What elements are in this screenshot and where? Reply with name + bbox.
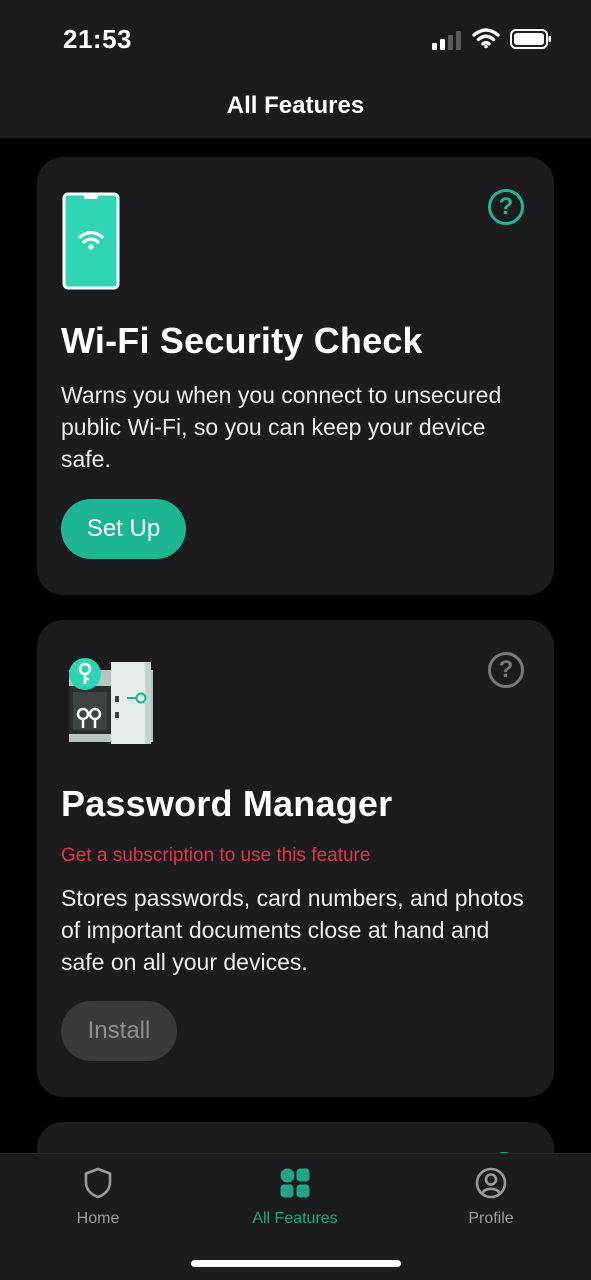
battery-icon <box>510 29 551 49</box>
features-list[interactable]: ? Wi-Fi Security Check Warns you when yo… <box>0 138 591 1153</box>
card-title: Password Manager <box>61 783 393 824</box>
help-icon[interactable]: ? <box>488 652 524 688</box>
cellular-signal-icon <box>432 31 461 50</box>
nav-bar: All Features <box>0 80 591 138</box>
feature-card-password-manager: ? Password Manager Get a subscription to… <box>37 620 554 1097</box>
page-title: All Features <box>226 92 365 119</box>
status-time: 21:53 <box>63 24 132 54</box>
tab-label: Home <box>76 1210 120 1227</box>
tab-label: Profile <box>468 1210 514 1227</box>
card-title: Wi-Fi Security Check <box>61 320 423 361</box>
card-description: Warns you when you connect to unsecured … <box>61 382 502 472</box>
grid-icon <box>280 1168 310 1198</box>
card-description: Stores passwords, card numbers, and phot… <box>61 885 524 975</box>
feature-card-wifi-security: ? Wi-Fi Security Check Warns you when yo… <box>37 157 554 595</box>
tab-home[interactable]: Home <box>23 1166 173 1228</box>
safe-keys-icon <box>69 658 153 744</box>
install-button[interactable]: Install <box>61 1001 177 1061</box>
tab-label: All Features <box>252 1210 338 1227</box>
phone-wifi-icon <box>62 192 120 290</box>
user-circle-icon <box>475 1167 507 1199</box>
feature-card-next <box>37 1122 554 1153</box>
home-indicator[interactable] <box>191 1260 401 1267</box>
help-icon[interactable]: ? <box>488 189 524 225</box>
status-bar: 21:53 <box>0 0 591 80</box>
wifi-status-icon <box>472 28 500 49</box>
setup-button[interactable]: Set Up <box>61 499 186 559</box>
shield-icon <box>84 1167 112 1199</box>
tab-profile[interactable]: Profile <box>416 1166 566 1228</box>
subscription-warning: Get a subscription to use this feature <box>61 845 371 866</box>
tab-all-features[interactable]: All Features <box>220 1166 370 1228</box>
